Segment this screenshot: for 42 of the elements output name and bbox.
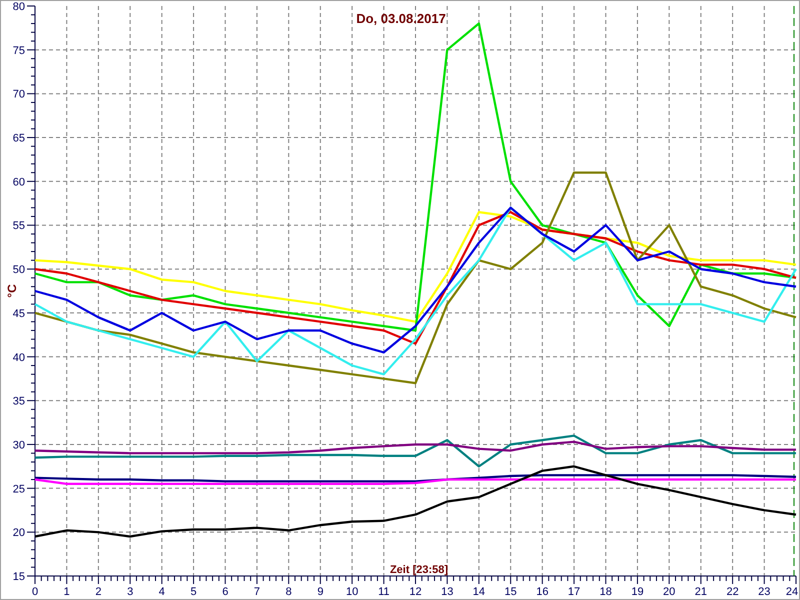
y-tick-label: 80 xyxy=(12,1,25,13)
x-tick-label: 5 xyxy=(190,586,197,598)
y-tick-label: 35 xyxy=(12,396,25,408)
x-tick-label: 10 xyxy=(346,586,358,598)
x-tick-label: 6 xyxy=(222,586,228,598)
x-tick-label: 23 xyxy=(758,586,770,598)
y-tick-label: 75 xyxy=(12,44,25,57)
y-tick-label: 70 xyxy=(12,88,25,101)
x-tick-label: 24 xyxy=(786,586,798,598)
y-tick-label: 50 xyxy=(12,264,25,276)
x-tick-label: 20 xyxy=(663,586,676,598)
y-tick-label: 30 xyxy=(12,439,25,452)
x-tick-label: 17 xyxy=(568,586,580,598)
y-axis-label: °C xyxy=(5,284,19,298)
y-tick-label: 60 xyxy=(12,176,25,188)
y-tick-label: 65 xyxy=(12,132,25,145)
x-tick-label: 13 xyxy=(441,586,454,598)
x-tick-label: 14 xyxy=(472,586,486,598)
x-tick-label: 9 xyxy=(317,586,324,598)
x-tick-label: 3 xyxy=(127,586,134,598)
x-tick-label: 8 xyxy=(286,586,292,598)
x-tick-label: 12 xyxy=(409,586,422,598)
x-tick-label: 1 xyxy=(64,586,70,598)
x-tick-label: 22 xyxy=(726,586,739,598)
x-tick-label: 18 xyxy=(600,586,612,598)
x-tick-label: 4 xyxy=(158,586,165,598)
x-tick-label: 21 xyxy=(694,586,707,598)
x-axis-label: Zeit [23:58] xyxy=(390,564,448,576)
y-tick-label: 15 xyxy=(12,571,25,583)
y-tick-label: 55 xyxy=(12,220,25,232)
x-tick-label: 2 xyxy=(95,586,102,598)
y-tick-label: 25 xyxy=(12,483,25,496)
x-tick-label: 7 xyxy=(254,586,260,598)
chart-title: Do, 03.08.2017 xyxy=(356,11,446,26)
x-tick-label: 15 xyxy=(504,586,517,598)
y-tick-label: 40 xyxy=(12,352,25,364)
x-tick-label: 16 xyxy=(536,586,548,598)
y-tick-label: 20 xyxy=(12,527,25,540)
x-tick-label: 19 xyxy=(631,586,644,598)
x-tick-label: 11 xyxy=(378,586,390,598)
y-tick-label: 45 xyxy=(12,308,25,320)
x-tick-label: 0 xyxy=(32,586,38,598)
